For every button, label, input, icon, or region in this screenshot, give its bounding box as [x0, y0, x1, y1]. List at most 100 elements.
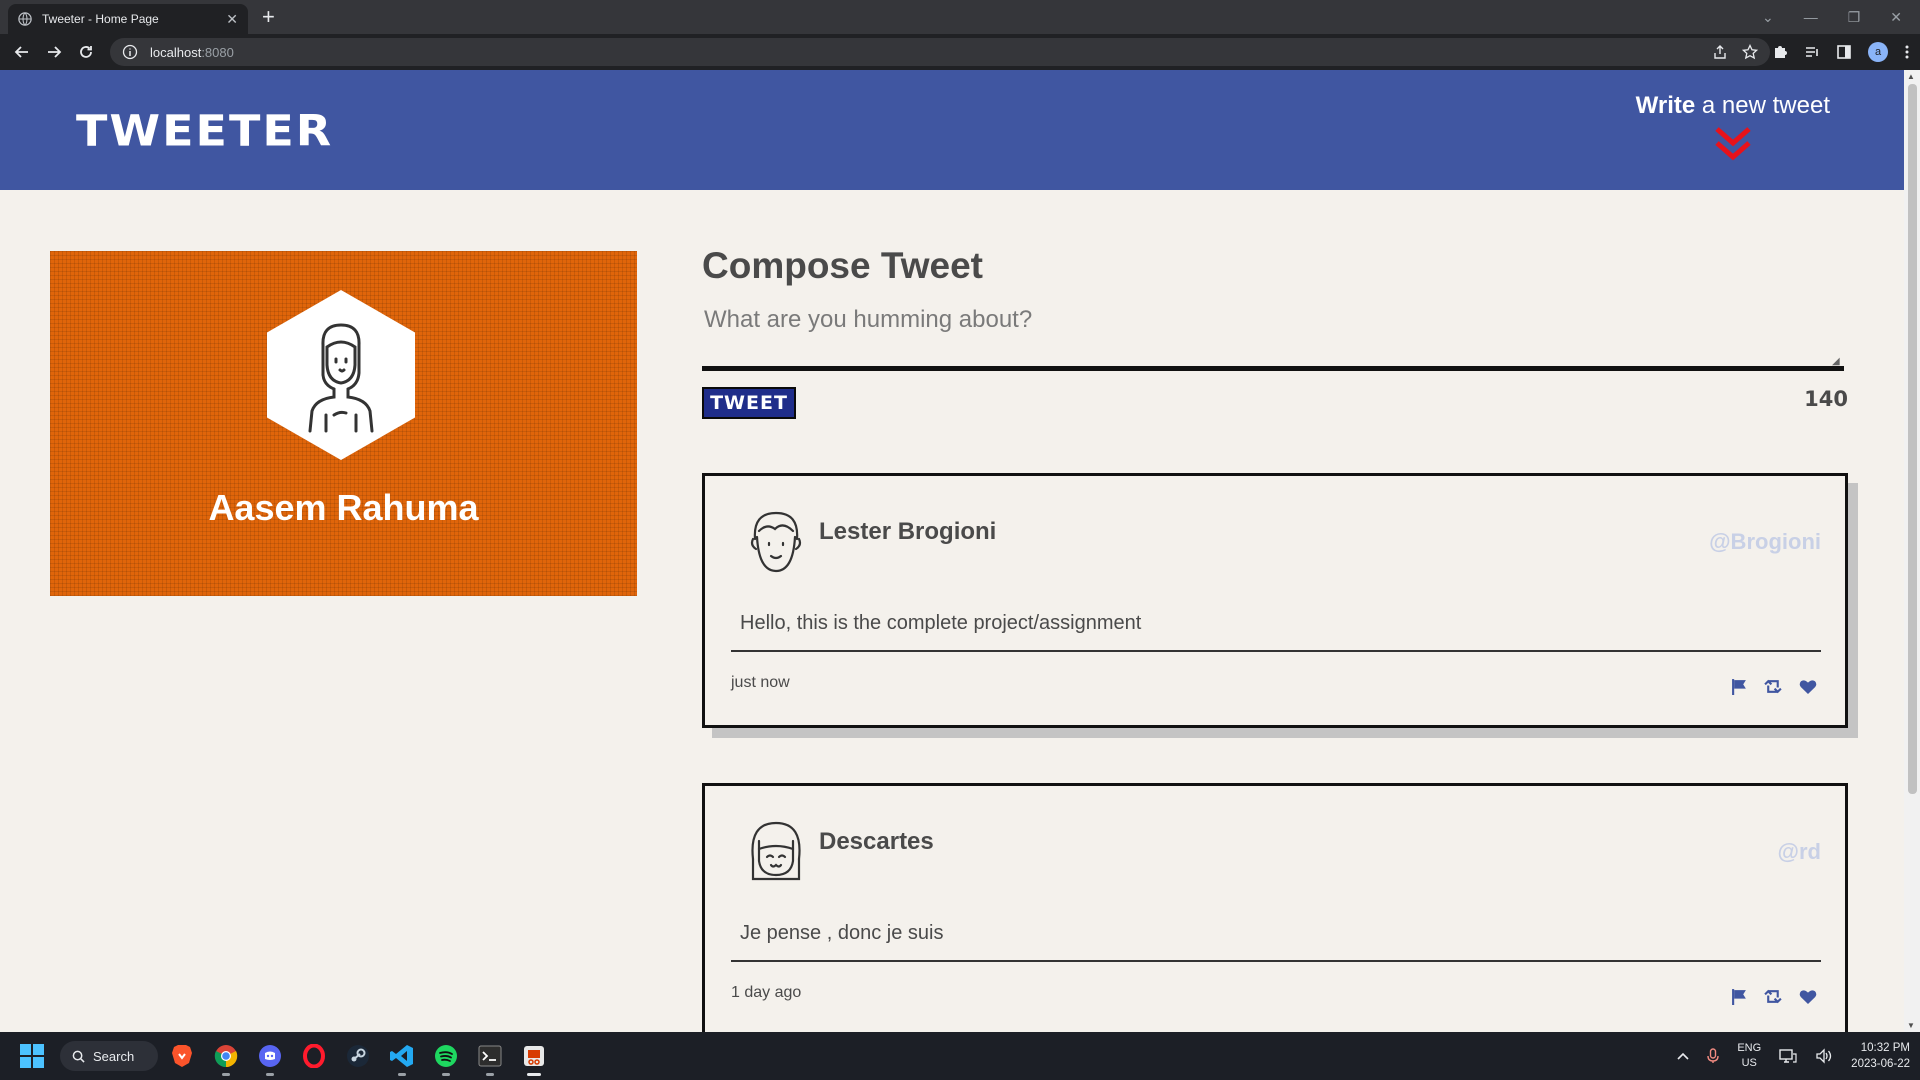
- media-queue-icon[interactable]: [1804, 44, 1820, 60]
- tweet-author-handle: @Brogioni: [1709, 529, 1821, 554]
- profile-avatar-hexagon: [267, 290, 415, 460]
- site-header: TWEETER Write a new tweet: [0, 70, 1904, 190]
- browser-toolbar: localhost:8080 a: [0, 34, 1920, 70]
- chevron-up-icon[interactable]: [1677, 1052, 1689, 1060]
- extensions-puzzle-icon[interactable]: [1772, 44, 1788, 60]
- tweet-timestamp: just now: [731, 674, 790, 691]
- os-taskbar: Search ENG US 10:32 PM 2023-06-22: [0, 1032, 1920, 1080]
- retweet-icon[interactable]: [1764, 678, 1783, 695]
- tweet-author-name: Descartes: [819, 828, 934, 855]
- system-tray: ENG US 10:32 PM 2023-06-22: [1677, 1032, 1910, 1080]
- running-indicator: [486, 1073, 494, 1076]
- browser-tab[interactable]: Tweeter - Home Page ✕: [8, 4, 248, 34]
- new-tab-button[interactable]: +: [262, 4, 275, 30]
- active-indicator: [527, 1073, 541, 1076]
- scroll-up-icon[interactable]: ▲: [1907, 72, 1915, 81]
- running-indicator: [442, 1073, 450, 1076]
- flag-icon[interactable]: [1731, 678, 1748, 695]
- vscode-app-icon[interactable]: [388, 1042, 416, 1076]
- snipping-tool-app-icon[interactable]: [520, 1042, 548, 1076]
- language-code: ENG: [1737, 1042, 1762, 1054]
- compose-title: Compose Tweet: [702, 245, 983, 286]
- volume-icon[interactable]: [1815, 1048, 1833, 1064]
- profile-card: Aasem Rahuma: [50, 251, 637, 596]
- tweet-timestamp: 1 day ago: [731, 984, 802, 1001]
- minimize-icon[interactable]: —: [1804, 9, 1818, 25]
- scrollbar-thumb[interactable]: [1908, 84, 1917, 794]
- resize-grip-icon[interactable]: ◢: [1832, 356, 1840, 367]
- flag-icon[interactable]: [1731, 988, 1748, 1005]
- man-avatar-icon: [750, 511, 802, 573]
- spotify-app-icon[interactable]: [432, 1042, 460, 1076]
- double-chevron-down-icon[interactable]: [1714, 126, 1752, 162]
- tweet-content: Hello, this is the complete project/assi…: [740, 612, 1142, 634]
- omnibox-actions: [1712, 38, 1758, 66]
- compose-underline: [702, 366, 1844, 371]
- microphone-icon[interactable]: [1707, 1048, 1720, 1064]
- taskbar-search[interactable]: Search: [60, 1041, 158, 1071]
- running-indicator: [222, 1073, 230, 1076]
- tweet-author-name: Lester Brogioni: [819, 518, 997, 545]
- write-new-bold: Write: [1635, 92, 1696, 119]
- profile-name: Aasem Rahuma: [208, 487, 479, 528]
- tab-close-icon[interactable]: ✕: [226, 11, 238, 28]
- taskbar-clock[interactable]: 10:32 PM 2023-06-22: [1851, 1040, 1910, 1072]
- opera-app-icon[interactable]: [300, 1042, 328, 1070]
- discord-app-icon[interactable]: [256, 1042, 284, 1076]
- tweet-divider: [731, 650, 1821, 652]
- brand-logo[interactable]: TWEETER: [76, 106, 333, 156]
- window-controls: ⌄ — ❐ ✕: [1762, 0, 1920, 34]
- url-host: localhost: [150, 44, 202, 60]
- close-window-icon[interactable]: ✕: [1890, 9, 1902, 26]
- tweet-actions: [1731, 678, 1817, 695]
- restore-icon[interactable]: ❐: [1848, 9, 1861, 26]
- network-icon[interactable]: [1779, 1048, 1797, 1064]
- heart-icon[interactable]: [1799, 679, 1817, 695]
- windows-start-icon[interactable]: [20, 1044, 44, 1068]
- retweet-icon[interactable]: [1764, 988, 1783, 1005]
- url-port: :8080: [201, 44, 234, 60]
- heart-icon[interactable]: [1799, 989, 1817, 1005]
- girl-avatar-icon: [751, 821, 801, 881]
- clock-time: 10:32 PM: [1860, 1042, 1910, 1054]
- side-panel-icon[interactable]: [1836, 44, 1852, 60]
- address-bar[interactable]: localhost:8080: [110, 38, 1770, 66]
- tweet-content: Je pense , donc je suis: [740, 922, 944, 944]
- tab-search-icon[interactable]: ⌄: [1762, 9, 1774, 26]
- tweet-actions: [1731, 988, 1817, 1005]
- write-new-tweet-toggle[interactable]: Write a new tweet: [1636, 92, 1830, 162]
- tab-title: Tweeter - Home Page: [42, 12, 159, 26]
- compose-textarea[interactable]: [702, 306, 1844, 346]
- tweet-card: Lester Brogioni @Brogioni Hello, this is…: [702, 473, 1848, 728]
- taskbar-search-label: Search: [93, 1048, 135, 1064]
- steam-app-icon[interactable]: [344, 1042, 372, 1070]
- running-indicator: [266, 1073, 274, 1076]
- brave-app-icon[interactable]: [168, 1042, 196, 1070]
- reload-icon[interactable]: [70, 36, 102, 68]
- scroll-down-icon[interactable]: ▼: [1907, 1021, 1915, 1030]
- forward-icon[interactable]: [38, 36, 70, 68]
- page-viewport: TWEETER Write a new tweet Aasem Rahuma C…: [0, 70, 1904, 1032]
- chrome-app-icon[interactable]: [212, 1042, 240, 1076]
- tweet-divider: [731, 960, 1821, 962]
- extension-area: a: [1772, 34, 1910, 70]
- character-counter: 140: [1804, 387, 1848, 411]
- browser-tab-bar: Tweeter - Home Page ✕ + ⌄ — ❐ ✕: [0, 0, 1920, 34]
- tweet-submit-button[interactable]: TWEET: [702, 387, 796, 419]
- menu-kebab-icon[interactable]: [1904, 44, 1910, 60]
- language-indicator[interactable]: ENG US: [1737, 1041, 1761, 1071]
- site-info-icon[interactable]: [122, 44, 138, 60]
- tweet-card: Descartes @rd Je pense , donc je suis 1 …: [702, 783, 1848, 1032]
- page-scrollbar[interactable]: ▲ ▼: [1904, 70, 1920, 1032]
- keyboard-region: US: [1741, 1057, 1757, 1069]
- globe-icon: [18, 12, 32, 26]
- woman-avatar-icon: [308, 323, 374, 433]
- profile-avatar[interactable]: a: [1868, 42, 1888, 62]
- bookmark-star-icon[interactable]: [1742, 44, 1758, 60]
- back-icon[interactable]: [6, 36, 38, 68]
- tweet-author-handle: @rd: [1777, 839, 1821, 864]
- terminal-app-icon[interactable]: [476, 1042, 504, 1076]
- write-new-rest: a new tweet: [1695, 92, 1830, 119]
- share-icon[interactable]: [1712, 44, 1728, 60]
- search-icon: [72, 1050, 85, 1063]
